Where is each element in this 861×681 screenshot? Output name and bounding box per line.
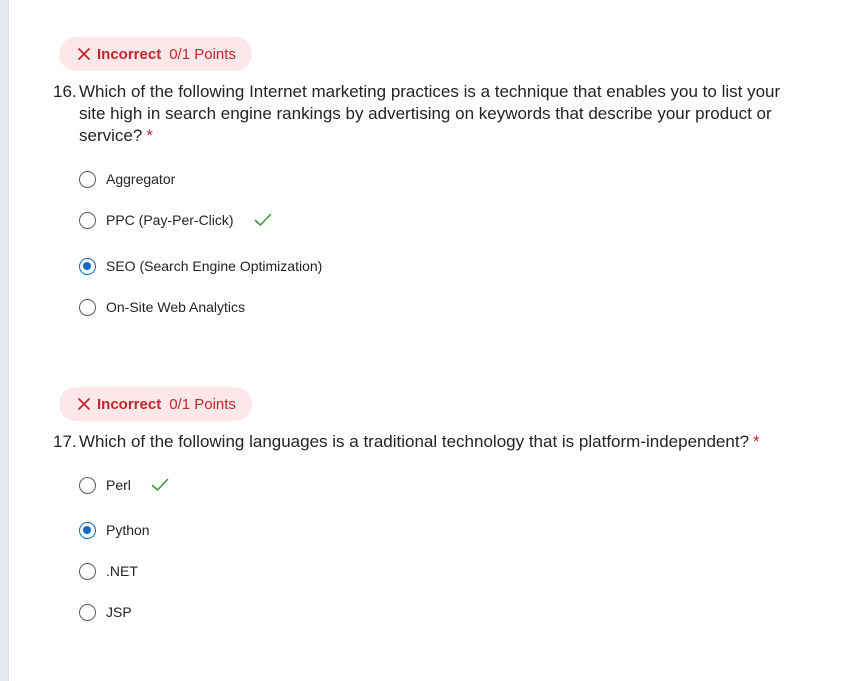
radio-button[interactable] xyxy=(79,562,96,580)
option-perl[interactable]: Perl xyxy=(79,474,169,496)
option-jsp[interactable]: JSP xyxy=(79,601,132,623)
badge-points: 0/1 Points xyxy=(169,395,236,413)
required-mark: * xyxy=(753,432,760,451)
option-label: .NET xyxy=(106,563,138,579)
option-ppc[interactable]: PPC (Pay-Per-Click) xyxy=(79,209,272,231)
question-prompt: Which of the following Internet marketin… xyxy=(79,82,781,145)
incorrect-badge: Incorrect 0/1 Points xyxy=(59,387,252,421)
option-aggregator[interactable]: Aggregator xyxy=(79,168,175,190)
quiz-card: Incorrect 0/1 Points 16. Which of the fo… xyxy=(8,0,861,681)
badge-status: Incorrect xyxy=(97,395,162,413)
option-dotnet[interactable]: .NET xyxy=(79,560,138,582)
checkmark-icon xyxy=(151,478,169,491)
close-icon xyxy=(78,48,90,60)
option-label: SEO (Search Engine Optimization) xyxy=(106,258,323,274)
badge-points: 0/1 Points xyxy=(169,45,236,63)
option-onsite-web-analytics[interactable]: On-Site Web Analytics xyxy=(79,296,245,318)
question-text: 17. Which of the following languages is … xyxy=(53,431,813,453)
checkmark-icon xyxy=(254,213,271,226)
question-prompt: Which of the following languages is a tr… xyxy=(79,432,750,451)
incorrect-badge: Incorrect 0/1 Points xyxy=(59,37,252,71)
question-number: 16. xyxy=(53,82,77,101)
radio-button[interactable] xyxy=(79,170,96,188)
radio-button[interactable] xyxy=(79,211,96,229)
option-python[interactable]: Python xyxy=(79,519,150,541)
option-seo[interactable]: SEO (Search Engine Optimization) xyxy=(79,255,322,277)
badge-status: Incorrect xyxy=(97,45,162,63)
required-mark: * xyxy=(146,126,153,145)
radio-button[interactable] xyxy=(79,603,96,621)
radio-button[interactable] xyxy=(79,476,96,494)
option-label: On-Site Web Analytics xyxy=(106,299,246,315)
radio-button[interactable] xyxy=(79,298,96,316)
option-label: PPC (Pay-Per-Click) xyxy=(106,212,234,228)
radio-button-selected[interactable] xyxy=(79,521,96,539)
question-number: 17. xyxy=(53,432,77,451)
option-label: Python xyxy=(106,522,150,538)
option-label: Aggregator xyxy=(106,171,176,187)
option-label: JSP xyxy=(106,604,132,620)
close-icon xyxy=(78,398,90,410)
option-label: Perl xyxy=(106,477,131,493)
question-text: 16. Which of the following Internet mark… xyxy=(53,81,793,147)
radio-button-selected[interactable] xyxy=(79,257,96,275)
